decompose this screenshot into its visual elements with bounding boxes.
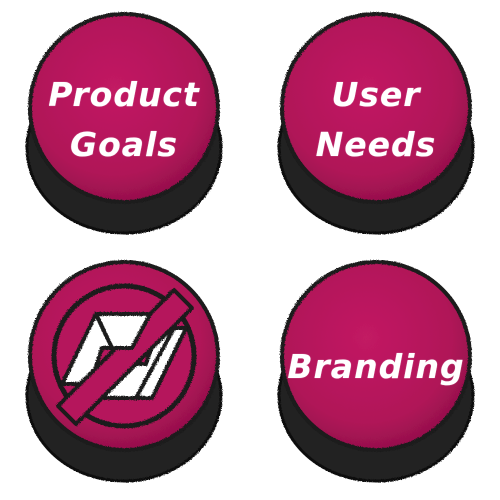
stylized-s-logo-icon [51,283,197,429]
button-logo[interactable] [24,256,224,496]
button-branding-label: Branding [287,347,465,386]
button-product-goals[interactable]: Product Goals [24,8,224,248]
button-branding[interactable]: Branding [276,256,476,496]
button-product-goals-label: Product Goals [48,75,200,164]
button-user-needs[interactable]: User Needs [276,8,476,248]
button-user-needs-label: User Needs [315,75,437,164]
